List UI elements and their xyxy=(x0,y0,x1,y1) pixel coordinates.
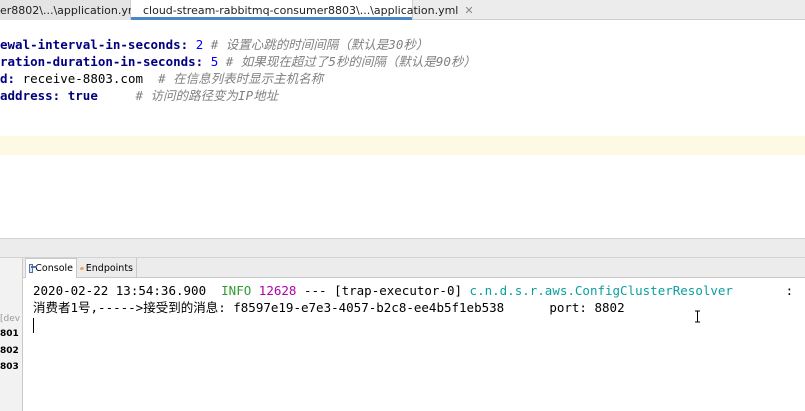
run-config-item-8801[interactable]: 801 xyxy=(0,329,22,339)
log-line: 2020-02-22 13:54:36.900 INFO 12628 --- [… xyxy=(33,282,793,299)
tab-label: Endpoints xyxy=(85,262,133,274)
yaml-comment: # 访问的路径变为IP地址 xyxy=(135,88,279,103)
tab-application-yml-8803[interactable]: cloud-stream-rabbitmq-consumer8803\...\a… xyxy=(131,0,474,20)
yaml-value: 5 xyxy=(210,54,219,69)
run-config-item-8802[interactable]: 802 xyxy=(0,346,22,356)
yaml-comment: # 如果现在超过了5秒的间隔（默认是90秒） xyxy=(225,54,476,69)
log-logger: c.n.d.s.r.aws.ConfigClusterResolver xyxy=(469,283,733,298)
code-line: address: true # 访问的路径变为IP地址 xyxy=(0,87,278,104)
yaml-value: true xyxy=(67,88,98,103)
yaml-key: address: xyxy=(0,88,61,103)
text-cursor xyxy=(33,318,34,333)
yaml-comment: # 在信息列表时显示主机名称 xyxy=(158,71,324,86)
tab-endpoints[interactable]: Endpoints xyxy=(77,258,137,278)
tab-label: Console xyxy=(35,263,73,274)
yaml-key: d: xyxy=(0,71,16,86)
log-line: 消费者1号,----->接受到的消息: f8597e19-e7e3-4057-b… xyxy=(33,300,625,315)
run-configurations-list: [dev 801 802 803 xyxy=(0,258,23,411)
log-level: INFO xyxy=(221,283,252,298)
yaml-key: ewal-interval-in-seconds: xyxy=(0,37,189,52)
run-config-item[interactable]: [dev xyxy=(0,314,22,324)
console-tab-bar: Console Endpoints xyxy=(23,258,805,278)
yaml-value: 2 xyxy=(195,37,204,52)
close-icon[interactable]: ✕ xyxy=(464,4,473,17)
current-line-highlight xyxy=(0,136,805,155)
run-panel: [dev 801 802 803 Console Endpoints 2020-… xyxy=(0,258,805,411)
code-line: ration-duration-in-seconds: 5 # 如果现在超过了5… xyxy=(0,53,476,70)
log-pid: 12628 xyxy=(258,283,297,298)
editor-tab-bar: er8802\...\application.yml ✕ cloud-strea… xyxy=(0,0,805,20)
yaml-key: ration-duration-in-seconds: xyxy=(0,54,204,69)
log-tail: : xyxy=(785,283,794,298)
yaml-value: receive-8803.com xyxy=(22,71,144,86)
tab-application-yml-8802[interactable]: er8802\...\application.yml ✕ xyxy=(0,0,157,20)
log-thread: [trap-executor-0] xyxy=(334,283,463,298)
ibeam-cursor-icon xyxy=(695,310,700,323)
code-line: d: receive-8803.com # 在信息列表时显示主机名称 xyxy=(0,70,323,87)
active-tab-indicator xyxy=(131,17,412,20)
log-separator: --- xyxy=(303,283,327,298)
endpoints-icon xyxy=(80,266,84,270)
tab-console[interactable]: Console xyxy=(25,258,77,278)
tab-title: cloud-stream-rabbitmq-consumer8803\...\a… xyxy=(143,3,459,17)
tool-window-header xyxy=(0,238,805,258)
yaml-comment: # 设置心跳的时间间隔（默认是30秒） xyxy=(210,37,429,52)
console-icon xyxy=(29,264,38,273)
code-editor[interactable]: ewal-interval-in-seconds: 2 # 设置心跳的时间间隔（… xyxy=(0,21,805,238)
run-config-item-8803[interactable]: 803 xyxy=(0,362,22,372)
console-output[interactable]: 2020-02-22 13:54:36.900 INFO 12628 --- [… xyxy=(23,279,805,411)
code-line: ewal-interval-in-seconds: 2 # 设置心跳的时间间隔（… xyxy=(0,36,428,53)
tab-title: er8802\...\application.yml xyxy=(0,3,142,17)
log-timestamp: 2020-02-22 13:54:36.900 xyxy=(33,283,207,298)
